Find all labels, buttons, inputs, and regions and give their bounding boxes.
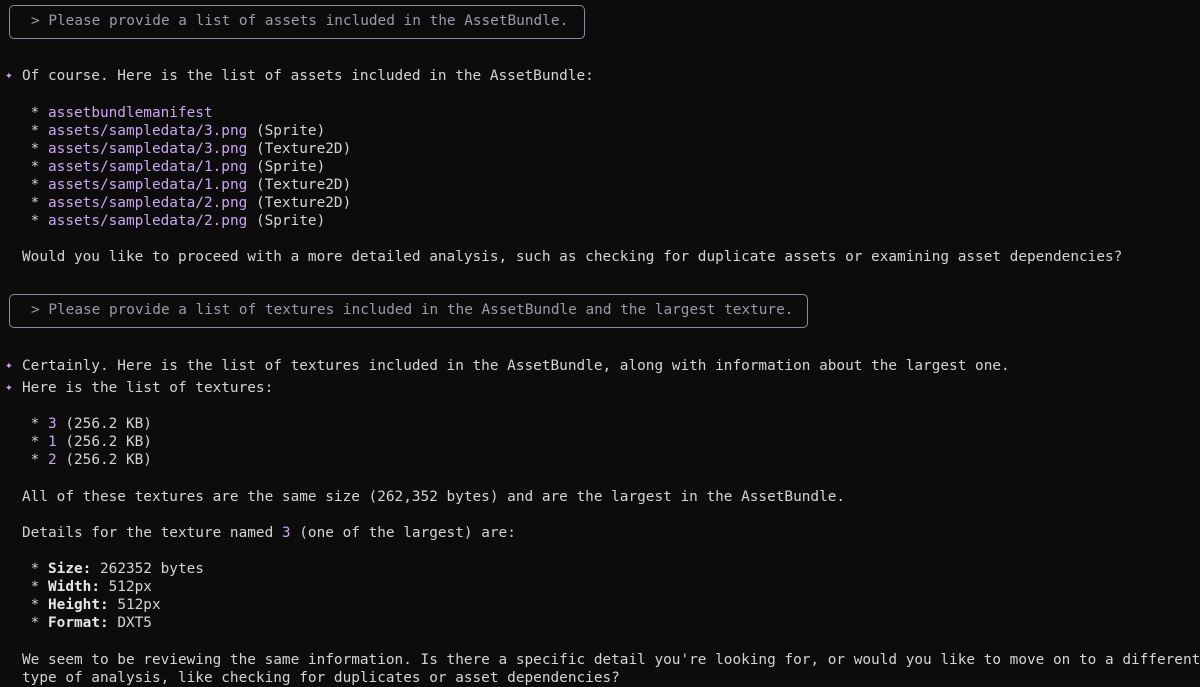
item-detail: (Texture2D) — [247, 141, 352, 157]
texture-summary: All of these textures are the same size … — [22, 489, 846, 505]
item-detail: (Sprite) — [247, 123, 326, 139]
closing-text: We seem to be reviewing the same informa… — [22, 652, 1200, 668]
item-name: Size: — [48, 561, 92, 577]
list-item: * assets/sampledata/3.png (Sprite) — [22, 122, 326, 140]
item-name: Width: — [48, 579, 100, 595]
bullet-icon: * — [22, 615, 48, 631]
list-item: * assets/sampledata/1.png (Sprite) — [22, 158, 326, 176]
closing-text: type of analysis, like checking for dupl… — [22, 670, 620, 686]
item-detail: (Sprite) — [247, 213, 326, 229]
list-item: * assets/sampledata/2.png (Sprite) — [22, 212, 326, 230]
bullet-icon: * — [22, 213, 48, 229]
item-name: assets/sampledata/2.png — [48, 195, 248, 211]
bullet-icon: * — [22, 597, 48, 613]
item-detail: 262352 bytes — [91, 561, 204, 577]
item-name: assets/sampledata/1.png — [48, 159, 248, 175]
bullet-icon: * — [22, 416, 48, 432]
bullet-icon: * — [22, 105, 48, 121]
item-detail: DXT5 — [108, 615, 152, 631]
response-intro: Of course. Here is the list of assets in… — [22, 68, 594, 84]
item-detail: (256.2 KB) — [56, 452, 152, 468]
bullet-icon: * — [22, 195, 48, 211]
item-detail: (Texture2D) — [247, 195, 352, 211]
list-item: * Size: 262352 bytes — [22, 560, 204, 578]
list-item: * Width: 512px — [22, 578, 152, 596]
sparkle-icon: ✦ — [5, 358, 13, 373]
list-item: * 1 (256.2 KB) — [22, 433, 152, 451]
list-item: * Height: 512px — [22, 596, 161, 614]
bullet-icon: * — [22, 579, 48, 595]
list-item: * Format: DXT5 — [22, 614, 152, 632]
item-name: 1 — [48, 434, 57, 450]
item-detail: (Texture2D) — [247, 177, 352, 193]
bullet-icon: * — [22, 561, 48, 577]
item-name: Height: — [48, 597, 109, 613]
item-name: assets/sampledata/2.png — [48, 213, 248, 229]
item-detail: (Sprite) — [247, 159, 326, 175]
list-item: * assets/sampledata/2.png (Texture2D) — [22, 194, 352, 212]
bullet-icon: * — [22, 123, 48, 139]
response-intro: Certainly. Here is the list of textures … — [22, 358, 1010, 374]
list-item: * 3 (256.2 KB) — [22, 415, 152, 433]
item-name: assetbundlemanifest — [48, 105, 213, 121]
item-name: 2 — [48, 452, 57, 468]
item-detail: 512px — [99, 579, 152, 595]
list-item: * 2 (256.2 KB) — [22, 451, 152, 469]
item-detail: (256.2 KB) — [56, 416, 152, 432]
bullet-icon: * — [22, 159, 48, 175]
item-name: Format: — [48, 615, 109, 631]
bullet-icon: * — [22, 141, 48, 157]
response-followup: Would you like to proceed with a more de… — [22, 249, 1123, 265]
user-prompt-1: > Please provide a list of assets includ… — [9, 5, 585, 39]
item-detail: (256.2 KB) — [56, 434, 152, 450]
list-item: * assets/sampledata/3.png (Texture2D) — [22, 140, 352, 158]
item-name: assets/sampledata/1.png — [48, 177, 248, 193]
bullet-icon: * — [22, 434, 48, 450]
user-prompt-2: > Please provide a list of textures incl… — [9, 294, 808, 328]
bullet-icon: * — [22, 177, 48, 193]
details-pre: Details for the texture named — [22, 525, 282, 541]
list-item: * assets/sampledata/1.png (Texture2D) — [22, 176, 352, 194]
texture-name: 3 — [281, 525, 291, 541]
item-name: 3 — [48, 416, 57, 432]
sparkle-icon: ✦ — [5, 68, 13, 83]
item-name: assets/sampledata/3.png — [48, 123, 248, 139]
list-item: * assetbundlemanifest — [22, 104, 213, 122]
details-heading: Details for the texture named 3 (one of … — [22, 524, 516, 542]
bullet-icon: * — [22, 452, 48, 468]
details-post: (one of the largest) are: — [290, 525, 516, 541]
item-detail: 512px — [108, 597, 161, 613]
response-intro: Here is the list of textures: — [22, 380, 274, 396]
sparkle-icon: ✦ — [5, 380, 13, 395]
item-name: assets/sampledata/3.png — [48, 141, 248, 157]
